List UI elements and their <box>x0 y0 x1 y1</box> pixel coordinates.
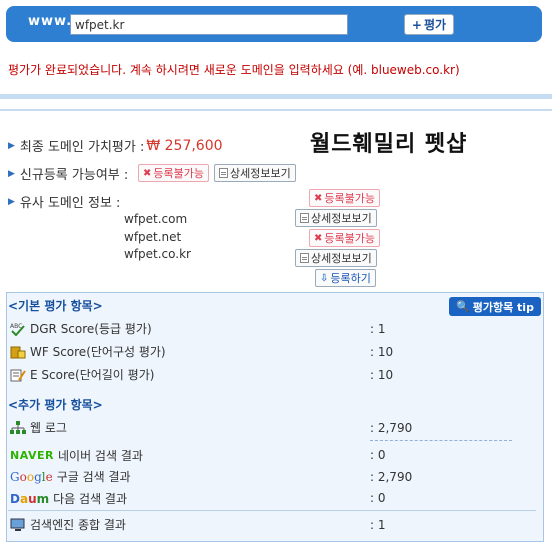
divider <box>0 109 552 111</box>
completion-notice: 평가가 완료되었습니다. 계속 하시려면 새로운 도메인을 입력하세요 (예. … <box>8 63 460 77</box>
arrow-right-icon: ▶ <box>8 196 15 207</box>
similar-status-label: 등록불가능 <box>324 192 375 205</box>
arrow-right-icon: ▶ <box>8 168 15 179</box>
register-detail-label: 상세정보보기 <box>230 167 291 180</box>
similar-detail-button[interactable]: 상세정보보기 <box>295 249 377 267</box>
score-label: 검색엔진 종합 결과 <box>30 518 126 532</box>
sitemap-icon <box>10 420 26 435</box>
domain-search-bar: www. + 평가 <box>6 6 542 42</box>
score-row: Google 구글 검색 결과 <box>10 468 131 485</box>
score-label: DGR Score(등급 평가) <box>30 322 152 336</box>
similar-status-label: 등록불가능 <box>324 232 375 245</box>
plus-icon: + <box>411 17 422 32</box>
daum-logo: Daum <box>10 491 50 506</box>
final-value-amount: ₩ 257,600 <box>146 137 223 154</box>
score-value: : 0 <box>370 448 386 462</box>
score-label: 네이버 검색 결과 <box>57 449 143 463</box>
dashed-divider <box>370 440 512 441</box>
similar-row: ▶ 유사 도메인 정보 : <box>8 192 120 211</box>
x-icon: ✖ <box>314 192 323 204</box>
score-row: ABC DGR Score(등급 평가) <box>10 320 152 337</box>
naver-logo: NAVER <box>10 449 54 462</box>
score-row: E Score(단어길이 평가) <box>10 366 154 383</box>
score-value: : 1 <box>370 322 386 336</box>
score-value: : 1 <box>370 518 386 532</box>
document-icon <box>219 168 228 178</box>
final-value-label: 최종 도메인 가치평가 : <box>19 140 145 155</box>
www-prefix: www. <box>28 14 73 29</box>
building-blocks-icon <box>10 345 26 359</box>
similar-detail-label: 상세정보보기 <box>311 252 372 265</box>
register-detail-button[interactable]: 상세정보보기 <box>214 164 296 182</box>
pencil-note-icon <box>10 368 26 382</box>
similar-status-button[interactable]: ✖ 등록불가능 <box>309 189 380 207</box>
similar-domain: wfpet.co.kr <box>124 247 191 261</box>
document-icon <box>300 253 309 263</box>
score-row: 웹 로그 <box>10 419 67 436</box>
monitor-icon <box>10 518 26 532</box>
extra-section-title: <추가 평가 항목> <box>8 398 103 412</box>
score-label: WF Score(단어구성 평가) <box>30 345 166 359</box>
x-icon: ✖ <box>314 232 323 244</box>
arrow-right-icon: ▶ <box>8 140 15 151</box>
google-logo: Google <box>10 469 53 484</box>
basic-section-title: <기본 평가 항목> <box>8 299 103 313</box>
divider <box>8 510 536 511</box>
divider <box>0 94 552 99</box>
abc-spellcheck-icon: ABC <box>10 322 26 336</box>
score-label: E Score(단어길이 평가) <box>30 368 155 382</box>
similar-detail-button[interactable]: 상세정보보기 <box>295 209 377 227</box>
score-label: 웹 로그 <box>30 421 67 435</box>
similar-domain: wfpet.com <box>124 212 188 226</box>
x-icon: ✖ <box>143 167 152 179</box>
register-now-label: 등록하기 <box>330 272 371 285</box>
brand-title: 월드훼밀리 펫샵 <box>310 132 468 157</box>
score-value: : 2,790 <box>370 421 413 435</box>
tip-button-label: 평가항목 tip <box>472 300 534 314</box>
final-value-row: ▶ 최종 도메인 가치평가 : ₩ 257,600 <box>8 136 223 156</box>
document-icon <box>300 213 309 223</box>
score-row: NAVER 네이버 검색 결과 <box>10 447 143 464</box>
domain-input[interactable] <box>70 14 348 35</box>
register-status-label: 등록불가능 <box>153 167 204 180</box>
score-value: : 10 <box>370 345 394 359</box>
download-arrow-icon: ⇩ <box>320 272 329 284</box>
score-row: Daum 다음 검색 결과 <box>10 490 127 507</box>
register-now-button[interactable]: ⇩ 등록하기 <box>315 269 376 287</box>
similar-domain: wfpet.net <box>124 230 182 244</box>
evaluate-button[interactable]: + 평가 <box>404 14 454 35</box>
score-label: 다음 검색 결과 <box>53 492 128 506</box>
evaluate-button-label: 평가 <box>423 18 447 32</box>
magnifier-icon: 🔍 <box>456 300 470 313</box>
score-label: 구글 검색 결과 <box>56 470 131 484</box>
similar-status-button[interactable]: ✖ 등록불가능 <box>309 229 380 247</box>
tip-button[interactable]: 🔍 평가항목 tip <box>449 297 541 316</box>
score-row: WF Score(단어구성 평가) <box>10 343 166 360</box>
register-status-button[interactable]: ✖ 등록불가능 <box>138 164 209 182</box>
score-value: : 0 <box>370 491 386 505</box>
register-row: ▶ 신규등록 가능여부 : <box>8 164 128 183</box>
similar-label: 유사 도메인 정보 : <box>19 196 121 211</box>
register-label: 신규등록 가능여부 : <box>19 168 129 183</box>
similar-detail-label: 상세정보보기 <box>311 212 372 225</box>
score-value: : 2,790 <box>370 470 413 484</box>
score-row: 검색엔진 종합 결과 <box>10 516 126 533</box>
score-value: : 10 <box>370 368 394 382</box>
